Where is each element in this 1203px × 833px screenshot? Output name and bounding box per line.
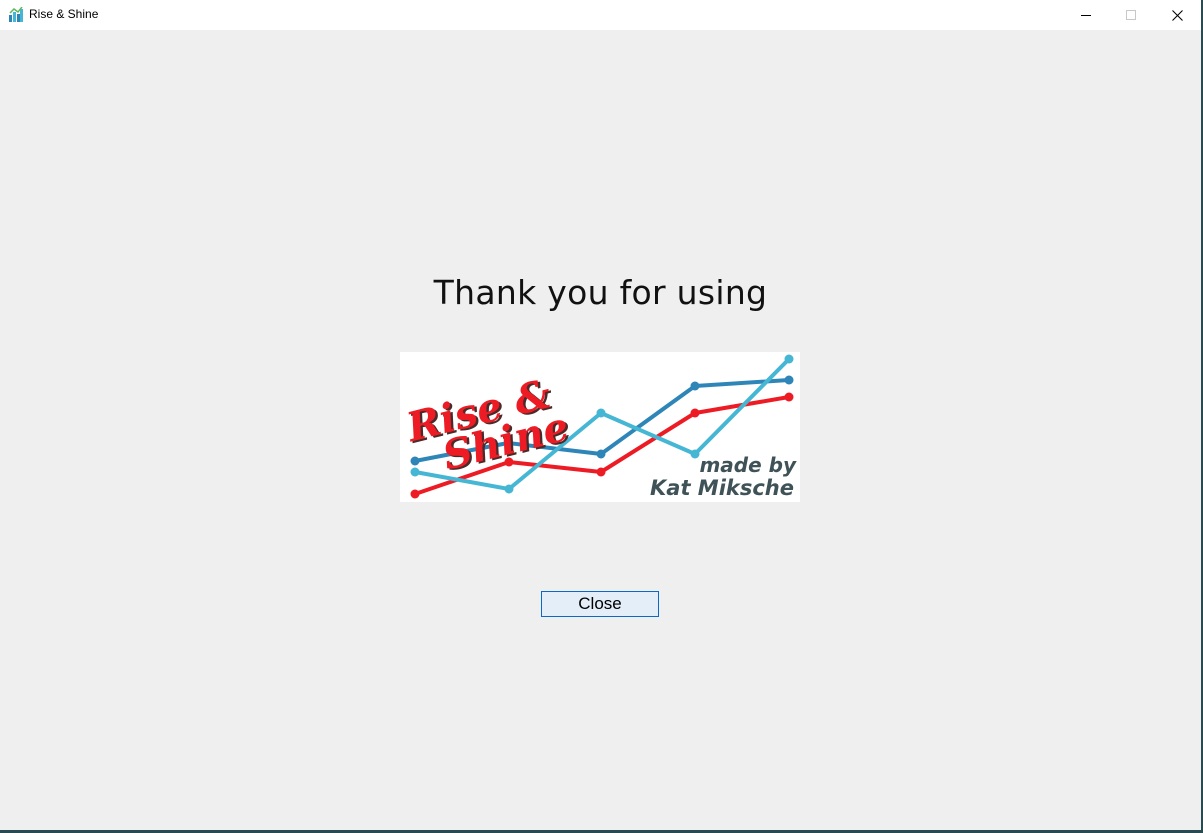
close-button[interactable]: Close [541, 591, 659, 617]
bar-chart-icon [9, 7, 23, 22]
title-bar[interactable]: Rise & Shine [0, 0, 1201, 30]
window-title: Rise & Shine [29, 7, 99, 21]
minimize-button[interactable] [1063, 0, 1109, 30]
maximize-icon [1126, 10, 1136, 20]
close-window-button[interactable] [1154, 0, 1200, 30]
logo-credit-line2: Kat Miksche [650, 476, 794, 500]
thank-you-heading: Thank you for using [433, 273, 768, 312]
logo-credit-line1: made by [699, 453, 796, 477]
main-content: Thank you for using Rise & Rise & Shine … [0, 30, 1201, 830]
rise-and-shine-logo: Rise & Rise & Shine Shine made by Kat Mi… [400, 352, 800, 502]
minimize-icon [1081, 15, 1091, 16]
close-icon [1171, 9, 1183, 21]
maximize-button[interactable] [1108, 0, 1154, 30]
app-window: Rise & Shine Thank you for using Rise & … [0, 0, 1203, 833]
